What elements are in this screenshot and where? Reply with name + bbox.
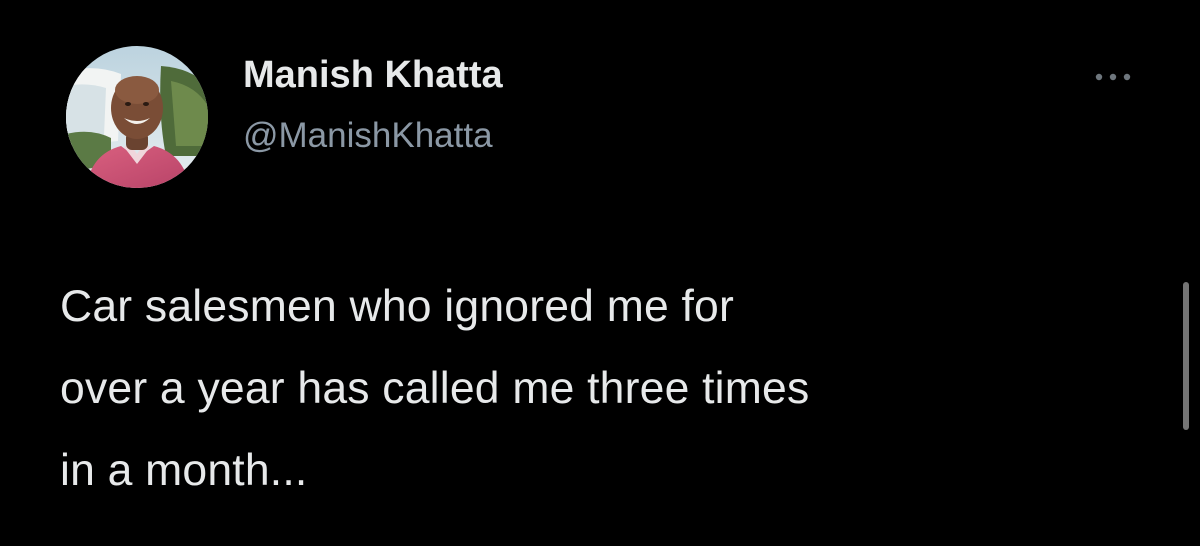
tweet-text: Car salesmen who ignored me for over a y… <box>60 282 810 495</box>
more-horizontal-icon <box>1095 73 1131 81</box>
tweet-card: Manish Khatta @ManishKhatta Car salesmen… <box>0 0 1200 546</box>
more-options-button[interactable] <box>1086 62 1140 92</box>
profile-photo-icon <box>66 46 208 188</box>
author-handle[interactable]: @ManishKhatta <box>243 114 493 158</box>
scrollbar-thumb[interactable] <box>1183 282 1189 430</box>
avatar[interactable] <box>66 46 208 188</box>
author-display-name[interactable]: Manish Khatta <box>243 52 503 98</box>
